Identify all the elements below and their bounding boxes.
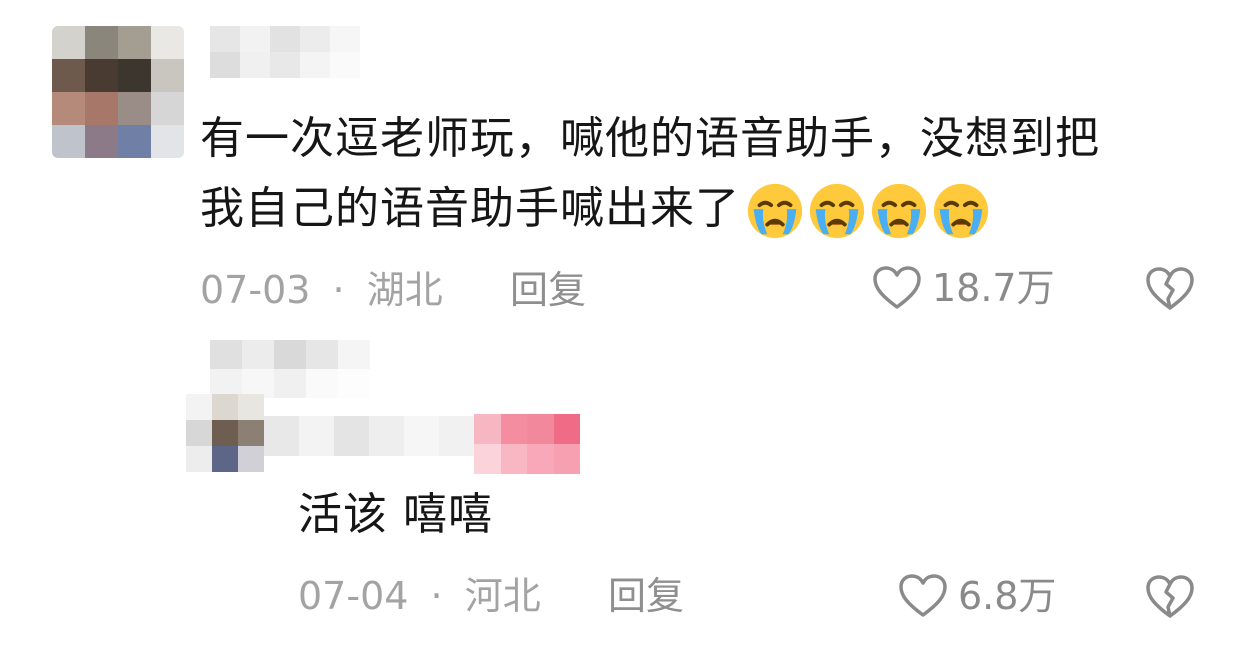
crying-face-emoji [809, 183, 865, 239]
heart-outline-icon [899, 574, 947, 617]
broken-heart-icon[interactable] [1144, 266, 1196, 312]
comment-date: 07-03 [200, 268, 311, 312]
emoji-group [744, 180, 992, 242]
avatar-blurred[interactable] [52, 26, 184, 158]
reply-header-blurred [210, 340, 370, 398]
reply-text: 活该 嘻嘻 [298, 489, 493, 540]
comment-location: 湖北 [366, 268, 443, 312]
meta-separator: · [332, 268, 345, 312]
reply-username-blurred[interactable] [264, 416, 474, 456]
comment-meta: 07-03 · 湖北 [200, 266, 443, 314]
reply-like-count: 6.8万 [958, 574, 1057, 618]
crying-face-emoji [747, 183, 803, 239]
like-count: 18.7万 [932, 266, 1055, 310]
reply-to-reply-button[interactable]: 回复 [608, 572, 684, 620]
reply-button[interactable]: 回复 [510, 266, 586, 314]
heart-outline-icon [873, 266, 921, 309]
comment-text-line2-content: 我自己的语音助手喊出来了 [200, 183, 740, 234]
meta-separator: · [430, 574, 443, 618]
reply-date: 07-04 [298, 574, 409, 618]
username-blurred[interactable] [210, 26, 360, 78]
broken-heart-icon[interactable] [1144, 574, 1196, 620]
reply-like-button[interactable]: 6.8万 [898, 572, 1056, 620]
like-button[interactable]: 18.7万 [872, 264, 1055, 312]
reply-meta: 07-04 · 河北 [298, 572, 541, 620]
reply-avatar-blurred[interactable] [186, 394, 264, 472]
comment-text-line2: 我自己的语音助手喊出来了 [200, 174, 1220, 244]
comment-text: 有一次逗老师玩，喊他的语音助手，没想到把 我自己的语音助手喊出来了 [200, 104, 1220, 244]
crying-face-emoji [871, 183, 927, 239]
comment-text-line1: 有一次逗老师玩，喊他的语音助手，没想到把 [200, 113, 1100, 164]
reply-location: 河北 [464, 574, 541, 618]
author-badge-blurred [474, 414, 580, 474]
crying-face-emoji [933, 183, 989, 239]
